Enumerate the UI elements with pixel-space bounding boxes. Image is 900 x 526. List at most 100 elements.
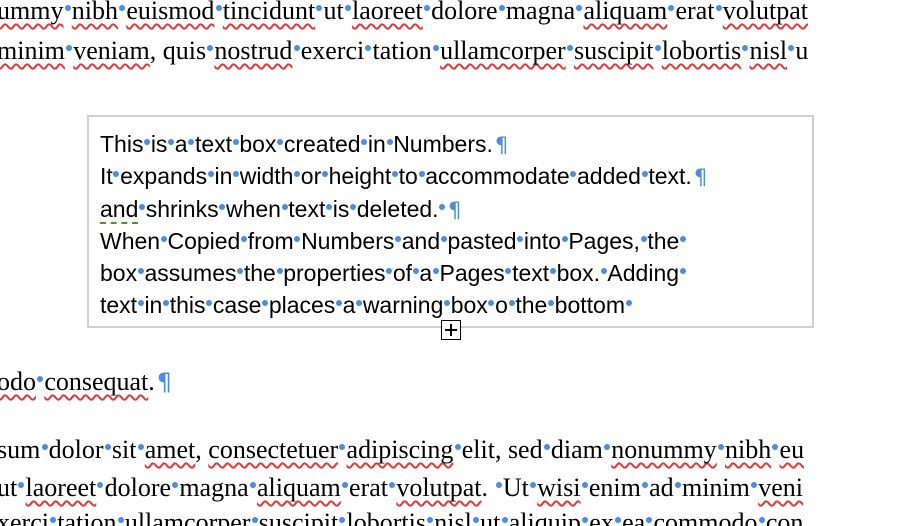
word: a <box>342 292 356 318</box>
word: dolore <box>431 0 498 25</box>
word: nostrud <box>214 36 293 65</box>
word: dolor <box>48 435 104 464</box>
space-marker <box>364 33 372 59</box>
word: enim <box>588 473 641 502</box>
word: tation <box>372 36 432 65</box>
word: nibh <box>725 435 772 464</box>
text-box[interactable]: This is a text box created in Numbers.¶ It expan… <box>87 115 814 328</box>
space-marker <box>321 161 329 184</box>
space-marker <box>412 258 420 281</box>
space-marker <box>505 258 512 281</box>
word: bottom <box>554 292 625 318</box>
space-marker <box>508 290 515 313</box>
text-box-line-1: This is a text box created in Numbers.¶ <box>100 129 508 160</box>
text-box-line-5: box assumes the properties of a Pages text box. A… <box>100 258 687 288</box>
word: deleted. <box>356 196 439 222</box>
space-marker <box>335 290 343 313</box>
space-marker <box>250 505 258 526</box>
word: Ut <box>502 473 529 502</box>
word: This <box>100 131 144 157</box>
space-marker <box>758 505 766 526</box>
space-marker <box>600 258 608 281</box>
word: when <box>225 196 281 222</box>
word: nisl <box>749 36 788 65</box>
space-marker <box>418 161 425 184</box>
word: lobortis <box>661 36 742 65</box>
word: sed <box>507 435 543 464</box>
space-marker <box>138 194 146 217</box>
space-marker <box>40 432 48 458</box>
word: is <box>332 196 350 222</box>
pilcrow-icon: ¶ <box>693 164 708 189</box>
word: Numbers <box>301 228 395 254</box>
space-marker <box>570 161 577 184</box>
word: a <box>174 131 188 157</box>
word: veni <box>758 473 803 502</box>
space-marker <box>137 258 145 281</box>
word: sum <box>0 435 41 464</box>
space-marker <box>214 0 222 19</box>
pilcrow-icon: ¶ <box>156 368 172 396</box>
word: accommodate <box>425 163 570 189</box>
word: text <box>100 292 138 318</box>
space-marker <box>614 505 622 526</box>
space-marker <box>529 470 537 496</box>
word: . <box>148 367 155 396</box>
word: aliquam <box>583 0 668 25</box>
word: aliquip <box>508 508 581 526</box>
space-marker <box>498 0 506 19</box>
word: or <box>300 163 322 189</box>
word: text. <box>648 163 692 189</box>
pilcrow-icon: ¶ <box>447 197 462 222</box>
space-marker <box>65 33 73 59</box>
word: to <box>398 163 418 189</box>
space-marker <box>667 0 675 19</box>
space-marker <box>432 33 440 59</box>
word: commodo <box>653 508 758 526</box>
space-marker <box>349 194 357 217</box>
space-marker <box>96 470 104 496</box>
space-marker <box>517 226 524 249</box>
word: the <box>647 228 680 254</box>
word: lobortis <box>346 508 426 526</box>
space-marker <box>355 290 363 313</box>
word: minim <box>681 473 750 502</box>
space-marker <box>440 226 448 249</box>
word: Copied <box>167 228 241 254</box>
space-marker <box>206 290 213 313</box>
word: text <box>194 131 233 157</box>
word: When <box>100 228 161 254</box>
word: ullamcorper <box>124 508 251 526</box>
word: in <box>367 131 386 157</box>
space-marker <box>543 432 551 458</box>
word: diam <box>550 435 603 464</box>
space-marker <box>717 432 725 458</box>
space-marker <box>63 0 71 19</box>
word: ad <box>649 473 674 502</box>
space-marker <box>237 258 244 281</box>
word: . <box>481 473 495 502</box>
word: magna <box>505 0 576 25</box>
space-marker <box>566 33 574 59</box>
space-marker <box>293 161 301 184</box>
space-marker <box>453 432 461 458</box>
word: properties <box>283 260 386 286</box>
space-marker <box>561 226 568 249</box>
word: assumes <box>144 260 237 286</box>
word: Adding <box>607 260 680 286</box>
plus-box-icon[interactable] <box>441 320 461 340</box>
space-marker <box>17 470 25 496</box>
word: width <box>239 163 294 189</box>
space-marker <box>653 33 661 59</box>
word: of <box>392 260 413 286</box>
body-line-1: ummy nibh euismod tincidunt ut laoreet dolore m… <box>0 0 808 26</box>
space-marker <box>385 258 393 281</box>
word: into <box>523 228 561 254</box>
body-line-3: odo consequat.¶ <box>0 364 172 397</box>
space-marker <box>679 258 687 281</box>
word: eu <box>779 435 805 464</box>
space-marker <box>391 161 399 184</box>
word: height <box>328 163 392 189</box>
word: and <box>100 196 139 222</box>
space-marker <box>137 290 145 313</box>
